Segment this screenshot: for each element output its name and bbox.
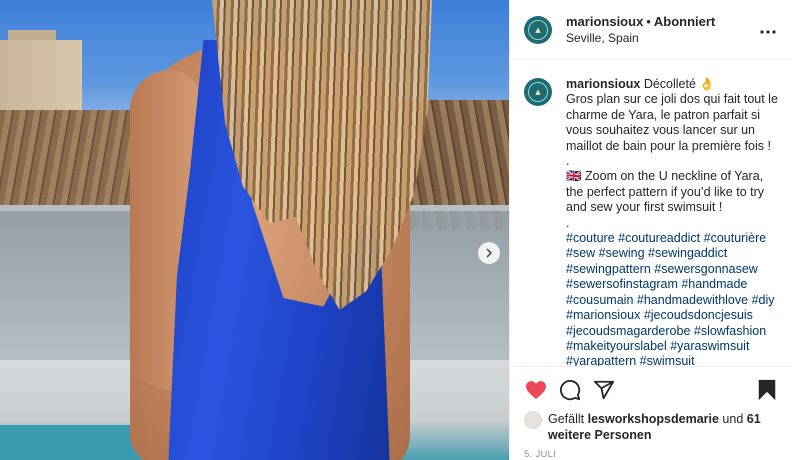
- hashtag-link[interactable]: #sewingaddict: [648, 246, 727, 260]
- hashtag-link[interactable]: #swimsuit: [640, 354, 695, 366]
- hashtag-link[interactable]: #couture: [566, 231, 615, 245]
- hashtag-link[interactable]: #coutureaddict: [618, 231, 700, 245]
- likes-text: Gefällt lesworkshopsdemarie und 61 weite…: [548, 411, 779, 443]
- next-image-button[interactable]: [478, 242, 500, 264]
- header-user-line: marionsioux • Abonniert: [566, 14, 758, 30]
- hashtag-link[interactable]: #sewersgonnasew: [654, 262, 758, 276]
- photo-tower: [0, 40, 82, 120]
- share-button[interactable]: [592, 378, 616, 402]
- post-header: marionsioux•Abonniert Seville, Spain: [510, 0, 792, 60]
- caption-separator: .: [566, 215, 570, 230]
- hashtag-link[interactable]: #handmadewithlove: [637, 293, 748, 307]
- follow-status-button[interactable]: Abonniert: [654, 14, 715, 29]
- liker-username[interactable]: lesworkshopsdemarie: [588, 412, 719, 426]
- bookmark-icon: [758, 379, 776, 401]
- caption-avatar[interactable]: [524, 78, 552, 106]
- hashtag-link[interactable]: #handmade: [681, 277, 747, 291]
- post-date[interactable]: 5. JULI: [524, 449, 779, 460]
- hashtag-link[interactable]: #yarapattern: [566, 354, 636, 366]
- likes-prefix: Gefällt: [548, 412, 585, 426]
- liker-avatar[interactable]: [524, 411, 542, 429]
- chevron-right-icon: [486, 248, 492, 258]
- hashtag-link[interactable]: #sewing: [599, 246, 645, 260]
- caption-username[interactable]: marionsioux: [566, 77, 640, 91]
- likes-conjunction: und: [722, 412, 744, 426]
- like-button[interactable]: [524, 378, 548, 402]
- hashtag-link[interactable]: #marionsioux: [566, 308, 640, 322]
- action-icons: [524, 375, 779, 405]
- caption-french-text: Gros plan sur ce joli dos qui fait tout …: [566, 92, 778, 153]
- more-options-button[interactable]: [758, 21, 778, 39]
- hashtag-link[interactable]: #yaraswimsuit: [670, 339, 749, 353]
- caption-english-text: 🇬🇧 Zoom on the U neckline of Yara, the p…: [566, 169, 765, 215]
- hashtag-link[interactable]: #jecoudsdoncjesuis: [644, 308, 753, 322]
- post-location[interactable]: Seville, Spain: [566, 30, 758, 46]
- likes-summary: Gefällt lesworkshopsdemarie und 61 weite…: [524, 411, 779, 443]
- caption-title: Décolleté 👌: [643, 77, 715, 91]
- caption-hashtags: #couture #coutureaddict #couturière #sew…: [566, 231, 779, 366]
- hashtag-link[interactable]: #sewersofinstagram: [566, 277, 678, 291]
- comment-button[interactable]: [558, 378, 582, 402]
- header-username[interactable]: marionsioux: [566, 14, 643, 29]
- save-button[interactable]: [755, 378, 779, 402]
- paper-plane-icon: [593, 380, 615, 400]
- post-header-text: marionsioux • Abonniert Seville, Spain: [566, 14, 758, 46]
- hashtag-link[interactable]: #sew: [566, 246, 595, 260]
- post-actions: Gefällt lesworkshopsdemarie und 61 weite…: [510, 366, 792, 460]
- heart-icon: [526, 381, 546, 400]
- caption-separator: .: [566, 154, 570, 169]
- profile-avatar[interactable]: [524, 15, 552, 44]
- comment-icon: [559, 379, 581, 401]
- caption-area: marionsioux Décolleté 👌 Gros plan sur ce…: [510, 61, 792, 366]
- hashtag-link[interactable]: #jecoudsmagarderobe: [566, 324, 690, 338]
- hashtag-link[interactable]: #diy: [752, 293, 775, 307]
- hashtag-link[interactable]: #cousumain: [566, 293, 633, 307]
- more-horizontal-icon: [760, 29, 776, 34]
- hashtag-link[interactable]: #sewingpattern: [566, 262, 651, 276]
- hashtag-link[interactable]: #makeityourslabel: [566, 339, 667, 353]
- caption-first-line: marionsioux Décolleté 👌: [566, 77, 779, 92]
- post-photo[interactable]: [0, 0, 509, 460]
- hashtag-link[interactable]: #slowfashion: [694, 324, 766, 338]
- caption-text: marionsioux Décolleté 👌 Gros plan sur ce…: [566, 77, 779, 366]
- hashtag-link[interactable]: #couturière: [704, 231, 767, 245]
- header-separator: •: [646, 13, 651, 29]
- post-side-panel: marionsioux•Abonniert Seville, Spain mar…: [509, 0, 792, 460]
